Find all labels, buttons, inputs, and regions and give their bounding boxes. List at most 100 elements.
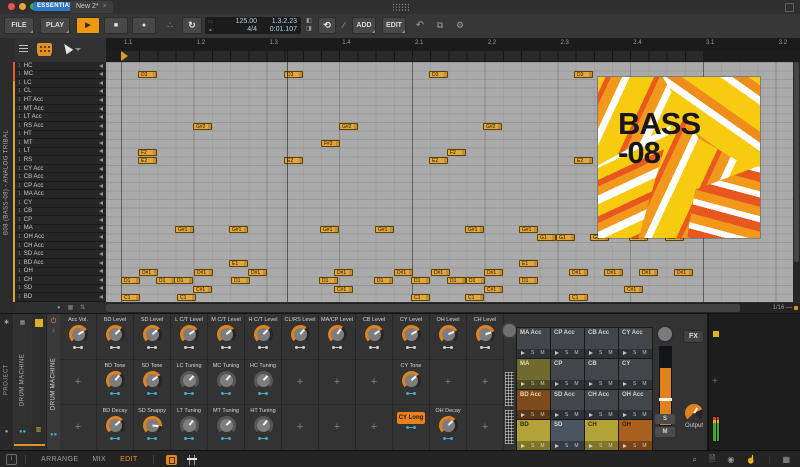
note-e1[interactable]: E1 xyxy=(229,259,248,267)
snap-icon[interactable] xyxy=(794,306,798,310)
pad-play-icon[interactable] xyxy=(555,443,559,448)
pad-mute-button[interactable]: M xyxy=(642,350,646,356)
knob-sd-snappy[interactable] xyxy=(142,416,162,436)
pad-solo-button[interactable]: S xyxy=(633,350,636,356)
lane-speaker-icon[interactable] xyxy=(99,209,103,214)
empty-mod-slot[interactable]: + xyxy=(482,405,488,450)
pad-play-icon[interactable] xyxy=(589,382,593,386)
pad-oh[interactable]: OH S M xyxy=(619,420,652,450)
note-cs1[interactable]: C#1 xyxy=(484,285,503,293)
note-d3[interactable]: D3 xyxy=(138,71,157,79)
lane-speaker-icon[interactable] xyxy=(99,149,103,154)
note-gs1[interactable]: G#1 xyxy=(320,225,339,233)
pad-solo-button[interactable]: S xyxy=(633,443,636,449)
pad-solo-button[interactable]: S xyxy=(599,412,602,418)
lane-speaker-icon[interactable] xyxy=(99,123,103,128)
play-button[interactable]: ▶ xyxy=(76,17,100,34)
pad-mute-button[interactable]: M xyxy=(540,443,544,449)
drum-pads-icon[interactable] xyxy=(37,43,52,54)
note-gs1[interactable]: G#1 xyxy=(519,225,538,233)
stop-button[interactable]: ■ xyxy=(104,17,128,34)
device-header[interactable]: ⏻ ♪ DRUM MACHINE ●● xyxy=(46,314,60,451)
lane-speaker-icon[interactable] xyxy=(99,106,103,111)
drum-lane-cb-acc[interactable]: 1 CB Acc xyxy=(15,173,106,182)
drum-lane-sd[interactable]: 1 SD xyxy=(15,284,106,294)
note-gs2[interactable]: G#2 xyxy=(483,122,502,130)
empty-mod-slot[interactable]: + xyxy=(297,405,303,450)
time-value[interactable]: 0:01.107 xyxy=(257,26,297,34)
drum-lane-mc[interactable]: 1 MC xyxy=(15,70,106,80)
pad-mute-button[interactable]: M xyxy=(642,412,646,418)
note-gs1[interactable]: G#1 xyxy=(375,225,394,233)
note-ds1[interactable]: D#1 xyxy=(604,268,623,276)
file-menu-button[interactable]: FILE xyxy=(4,17,34,34)
transport-display[interactable]: ▭ ▲ 125.00 4/4 1.3.2.23 0:01.107 xyxy=(205,17,301,34)
fx-button[interactable]: FX xyxy=(683,330,704,343)
empty-mod-slot[interactable]: + xyxy=(297,360,303,405)
knob-cl-rs-level[interactable] xyxy=(290,325,310,344)
ruler-label[interactable]: 2.2 xyxy=(488,40,496,46)
note-e2[interactable]: E2 xyxy=(574,157,593,165)
drum-lane-sd-acc[interactable]: 1 SD Acc xyxy=(15,250,106,259)
lane-speaker-icon[interactable] xyxy=(99,286,103,291)
pad-solo-button[interactable]: S xyxy=(565,350,568,356)
horizontal-scrollbar[interactable]: 1/16 — xyxy=(106,303,800,313)
pad-ma[interactable]: MA S M xyxy=(517,358,550,389)
lane-speaker-icon[interactable] xyxy=(99,157,103,162)
tool-dropdown-icon[interactable] xyxy=(75,48,81,51)
lane-speaker-icon[interactable] xyxy=(99,243,103,248)
clip-loop-bar[interactable] xyxy=(106,50,800,62)
lane-speaker-icon[interactable] xyxy=(99,226,103,231)
empty-mod-slot[interactable]: + xyxy=(334,405,340,450)
lane-speaker-icon[interactable] xyxy=(99,252,103,257)
pad-cb[interactable]: CB S M xyxy=(585,358,618,389)
pad-play-icon[interactable] xyxy=(521,382,525,386)
lane-speaker-icon[interactable] xyxy=(99,72,103,77)
note-d1[interactable]: D1 xyxy=(466,277,485,285)
settings-gear-icon[interactable]: ⚙ xyxy=(452,17,468,34)
pad-play-icon[interactable] xyxy=(521,412,525,417)
view-tab-arrange[interactable]: ARRANGE xyxy=(41,456,78,463)
pad-play-icon[interactable] xyxy=(521,443,525,448)
pad-mute-button[interactable]: M xyxy=(608,350,612,356)
note-d1[interactable]: D1 xyxy=(374,277,393,285)
drum-lane-rs[interactable]: 1 RS xyxy=(15,156,106,165)
pad-play-icon[interactable] xyxy=(555,382,559,386)
pad-play-icon[interactable] xyxy=(521,351,525,356)
note-d1[interactable]: D1 xyxy=(174,277,193,285)
pad-ch[interactable]: CH S M xyxy=(585,420,618,450)
pad-mute-button[interactable]: M xyxy=(642,443,646,449)
pad-solo-button[interactable]: S xyxy=(531,350,534,356)
clip-launcher-icon[interactable] xyxy=(165,454,177,465)
empty-mod-slot[interactable]: + xyxy=(75,405,81,450)
note-d1[interactable]: D1 xyxy=(121,277,140,285)
record-button[interactable]: ● xyxy=(132,17,156,34)
vertical-scrollbar[interactable] xyxy=(793,62,800,302)
lane-speaker-icon[interactable] xyxy=(99,63,103,68)
note-c1[interactable]: C1 xyxy=(121,294,140,302)
play-start-marker-icon[interactable] xyxy=(121,51,128,61)
undo-icon[interactable]: ↶ xyxy=(412,17,428,34)
knob-m-c-t-level[interactable] xyxy=(216,325,236,344)
playhead[interactable] xyxy=(287,50,288,302)
pad-bd-acc[interactable]: BD Acc S M xyxy=(517,389,550,420)
knob-h-c-t-level[interactable] xyxy=(253,325,273,344)
note-g1[interactable]: G1 xyxy=(537,234,556,242)
tab-close-icon[interactable]: × xyxy=(103,3,107,10)
grid-view-icon[interactable]: ▦ xyxy=(782,455,790,464)
pad-oh-acc[interactable]: OH Acc S M xyxy=(619,389,652,420)
knob-ch-level[interactable] xyxy=(475,325,495,344)
search-icon[interactable]: ⌕ xyxy=(692,455,696,465)
toggle-cy-long[interactable]: CY Long xyxy=(397,412,425,425)
note-e2[interactable]: E2 xyxy=(429,157,448,165)
pad-cy[interactable]: CY S M xyxy=(619,358,652,389)
ruler-label[interactable]: 2.3 xyxy=(560,40,568,46)
note-cs1[interactable]: C#1 xyxy=(624,285,643,293)
add-device-icon[interactable]: + xyxy=(712,376,718,387)
knob-bd-decay[interactable] xyxy=(105,416,125,436)
pad-play-icon[interactable] xyxy=(589,443,593,448)
controller-icon[interactable]: ∴ xyxy=(162,17,178,34)
knob-lc-tuning[interactable] xyxy=(179,370,199,390)
pad-bank-minimap[interactable] xyxy=(505,410,514,444)
drum-lane-oh-acc[interactable]: 1 OH Acc xyxy=(15,233,106,242)
